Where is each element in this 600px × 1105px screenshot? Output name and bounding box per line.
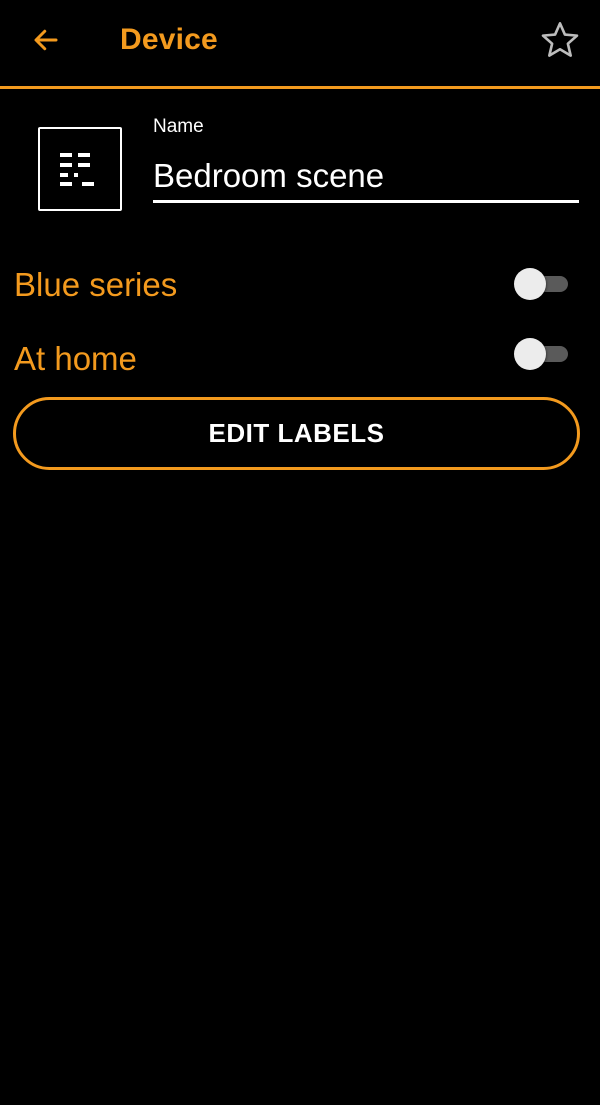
at-home-label: At home xyxy=(14,340,137,377)
back-button[interactable] xyxy=(24,18,68,62)
list-scene-icon xyxy=(60,153,94,186)
toggle-row-blue-series: Blue series xyxy=(14,260,584,310)
app-bar: Device xyxy=(0,0,600,86)
name-label: Name xyxy=(153,116,204,137)
device-icon-button[interactable] xyxy=(38,127,122,211)
blue-series-label: Blue series xyxy=(14,266,178,303)
blue-series-switch[interactable] xyxy=(514,267,570,300)
app-bar-divider xyxy=(0,86,600,89)
at-home-switch[interactable] xyxy=(514,337,570,370)
favorite-button[interactable] xyxy=(536,16,584,64)
toggle-row-at-home: At home xyxy=(14,334,584,384)
switch-thumb xyxy=(514,338,546,370)
edit-labels-button[interactable]: EDIT LABELS xyxy=(13,397,580,470)
device-screen: Device Name Blue series At home xyxy=(0,0,600,1105)
arrow-left-icon xyxy=(34,29,58,51)
page-title: Device xyxy=(120,23,218,56)
switch-thumb xyxy=(514,268,546,300)
star-outline-icon xyxy=(541,22,579,57)
name-input[interactable] xyxy=(153,152,579,203)
